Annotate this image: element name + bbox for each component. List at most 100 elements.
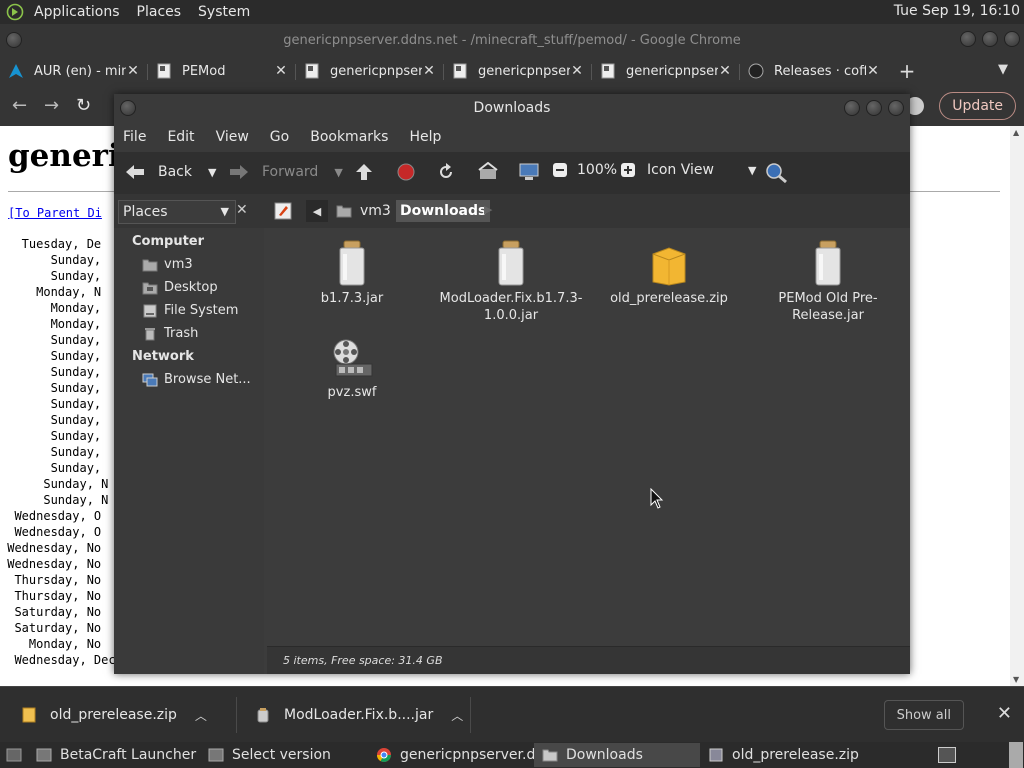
show-all-downloads-button[interactable]: Show all (883, 700, 964, 730)
page-icon (600, 63, 616, 79)
taskbar: BetaCraft Launcher ... Select version ge… (0, 742, 1024, 768)
places-label: Places (123, 204, 168, 220)
window-menu-button[interactable] (120, 100, 136, 116)
close-button[interactable] (1004, 31, 1020, 47)
menu-applications[interactable]: Applications (34, 4, 120, 20)
zoom-out-icon[interactable] (552, 162, 568, 178)
tab-genericpnpserver-2[interactable]: genericpnpser ✕ (444, 56, 592, 86)
menu-system[interactable]: System (198, 4, 250, 20)
menu-places[interactable]: Places (137, 4, 182, 20)
close-sidebar-icon[interactable]: ✕ (236, 202, 248, 218)
back-arrow-icon[interactable]: ← (12, 95, 27, 116)
menu-go[interactable]: Go (270, 129, 289, 145)
taskbar-trash-applet[interactable] (1009, 742, 1023, 768)
taskbar-item-select-version[interactable]: Select version (200, 743, 368, 767)
close-icon[interactable]: ✕ (718, 63, 732, 79)
reload-icon[interactable]: ↻ (76, 95, 91, 116)
sidebar-item-label: Browse Net... (164, 372, 251, 387)
chevron-down-icon[interactable]: ▼ (998, 62, 1008, 77)
taskbar-label: Downloads (566, 747, 643, 763)
sidebar-item-file-system[interactable]: File System (142, 303, 238, 318)
edit-location-icon[interactable] (274, 202, 292, 224)
file-item-old-prerelease-zip[interactable]: old_prerelease.zip (594, 238, 744, 307)
clock[interactable]: Tue Sep 19, 16:10 (894, 3, 1020, 19)
file-manager-menubar: File Edit View Go Bookmarks Help (114, 122, 910, 152)
zoom-level[interactable]: 100% (577, 162, 617, 178)
taskbar-item-chrome[interactable]: genericpnpserver.d... (368, 743, 534, 767)
new-tab-button[interactable]: + (892, 59, 922, 83)
parent-directory-link[interactable]: [To Parent Di (8, 206, 102, 220)
breadcrumb-right-arrow[interactable]: ▶ (484, 203, 492, 216)
close-button[interactable] (888, 100, 904, 116)
chevron-down-icon[interactable]: ▼ (208, 166, 216, 179)
forward-button[interactable]: Forward ▼ (228, 162, 343, 182)
file-manager-titlebar[interactable]: Downloads (114, 94, 910, 122)
menu-view[interactable]: View (216, 129, 249, 145)
view-mode-select[interactable]: Icon View ▼ (647, 162, 756, 178)
close-icon[interactable]: ✕ (422, 63, 436, 79)
file-item-pvz-swf[interactable]: pvz.swf (277, 332, 427, 401)
home-folder-icon (336, 205, 352, 218)
sidebar-item-trash[interactable]: Trash (142, 326, 198, 341)
download-item-modloader[interactable]: ModLoader.Fix.b....jar ︿ (256, 687, 463, 743)
close-icon[interactable]: ✕ (274, 63, 288, 79)
desktop-icon (142, 281, 158, 295)
network-icon (142, 373, 158, 387)
up-arrow-icon[interactable] (354, 162, 374, 182)
chevron-up-icon[interactable]: ︿ (195, 707, 207, 724)
reload-icon[interactable] (436, 162, 456, 182)
download-item-old-prerelease[interactable]: old_prerelease.zip ︿ (22, 687, 207, 743)
taskbar-workspace[interactable] (0, 743, 28, 767)
sidebar-item-desktop[interactable]: Desktop (142, 280, 218, 295)
minimize-button[interactable] (844, 100, 860, 116)
sidebar-item-vm3[interactable]: vm3 (142, 257, 193, 272)
maximize-button[interactable] (866, 100, 882, 116)
forward-arrow-icon[interactable]: → (44, 95, 59, 116)
update-button[interactable]: Update (939, 92, 1016, 120)
taskbar-item-downloads[interactable]: Downloads (534, 743, 700, 767)
window-menu-button[interactable] (6, 32, 22, 48)
zoom-in-icon[interactable] (620, 162, 636, 178)
close-icon[interactable]: ✕ (126, 63, 140, 79)
sidebar-item-browse-network[interactable]: Browse Net... (142, 372, 251, 387)
taskbar-item-old-prerelease[interactable]: old_prerelease.zip (700, 743, 880, 767)
tab-releases[interactable]: Releases · coff ✕ (740, 56, 888, 86)
breadcrumb-left-arrow[interactable]: ◀ (306, 200, 328, 222)
arch-icon (8, 63, 24, 79)
menu-file[interactable]: File (123, 129, 146, 145)
sidebar-pane-select[interactable]: Places ▼ (118, 200, 236, 224)
computer-icon[interactable] (518, 162, 540, 182)
page-scrollbar[interactable]: ▲ ▼ (1010, 126, 1024, 686)
breadcrumb-vm3[interactable]: vm3 (336, 200, 391, 222)
search-icon[interactable] (764, 162, 788, 184)
file-item-modloader-jar[interactable]: ModLoader.Fix.b1.7.3-1.0.0.jar (436, 238, 586, 324)
close-icon[interactable]: ✕ (997, 703, 1012, 724)
menu-help[interactable]: Help (409, 129, 441, 145)
breadcrumb-label: vm3 (360, 203, 391, 219)
distro-logo-icon[interactable] (4, 1, 26, 23)
tab-aur[interactable]: AUR (en) - min ✕ (0, 56, 148, 86)
tab-genericpnpserver-3[interactable]: genericpnpser ✕ (592, 56, 740, 86)
file-item-pemod-old-prerelease-jar[interactable]: PEMod Old Pre-Release.jar (753, 238, 903, 324)
breadcrumb-downloads[interactable]: Downloads (396, 200, 491, 222)
tab-genericpnpserver-1[interactable]: genericpnpser ✕ (296, 56, 444, 86)
back-button[interactable]: Back ▼ (124, 162, 216, 182)
maximize-button[interactable] (982, 31, 998, 47)
minimize-button[interactable] (960, 31, 976, 47)
close-icon[interactable]: ✕ (866, 63, 880, 79)
chevron-up-icon[interactable]: ︿ (451, 707, 463, 724)
menu-edit[interactable]: Edit (167, 129, 194, 145)
stop-icon[interactable] (396, 162, 416, 182)
taskbar-label: genericpnpserver.d... (400, 747, 534, 763)
home-icon[interactable] (478, 162, 498, 180)
close-icon[interactable]: ✕ (570, 63, 584, 79)
chrome-titlebar[interactable]: genericpnpserver.ddns.net - /minecraft_s… (0, 24, 1024, 56)
menu-bookmarks[interactable]: Bookmarks (310, 129, 388, 145)
file-item-b1-7-3-jar[interactable]: b1.7.3.jar (277, 238, 427, 307)
taskbar-item-betacraft[interactable]: BetaCraft Launcher ... (28, 743, 200, 767)
chevron-down-icon[interactable]: ▼ (334, 166, 342, 179)
tab-pemod[interactable]: PEMod ✕ (148, 56, 296, 86)
file-icon-view: b1.7.3.jar ModLoader.Fix.b1.7.3-1.0.0.ja… (267, 228, 910, 646)
page-icon (452, 63, 468, 79)
show-desktop-button[interactable] (938, 747, 956, 763)
